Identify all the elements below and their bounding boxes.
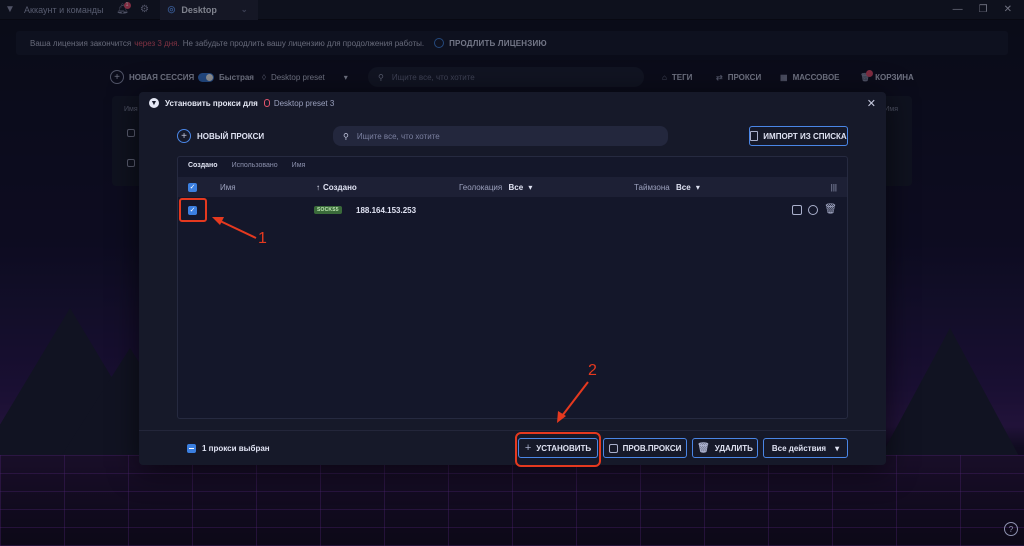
annotation-arrow-2 — [561, 381, 589, 417]
annotation-arrows — [212, 217, 589, 423]
help-icon[interactable]: ? — [1004, 522, 1018, 536]
annotation-arrow-1 — [217, 219, 257, 239]
